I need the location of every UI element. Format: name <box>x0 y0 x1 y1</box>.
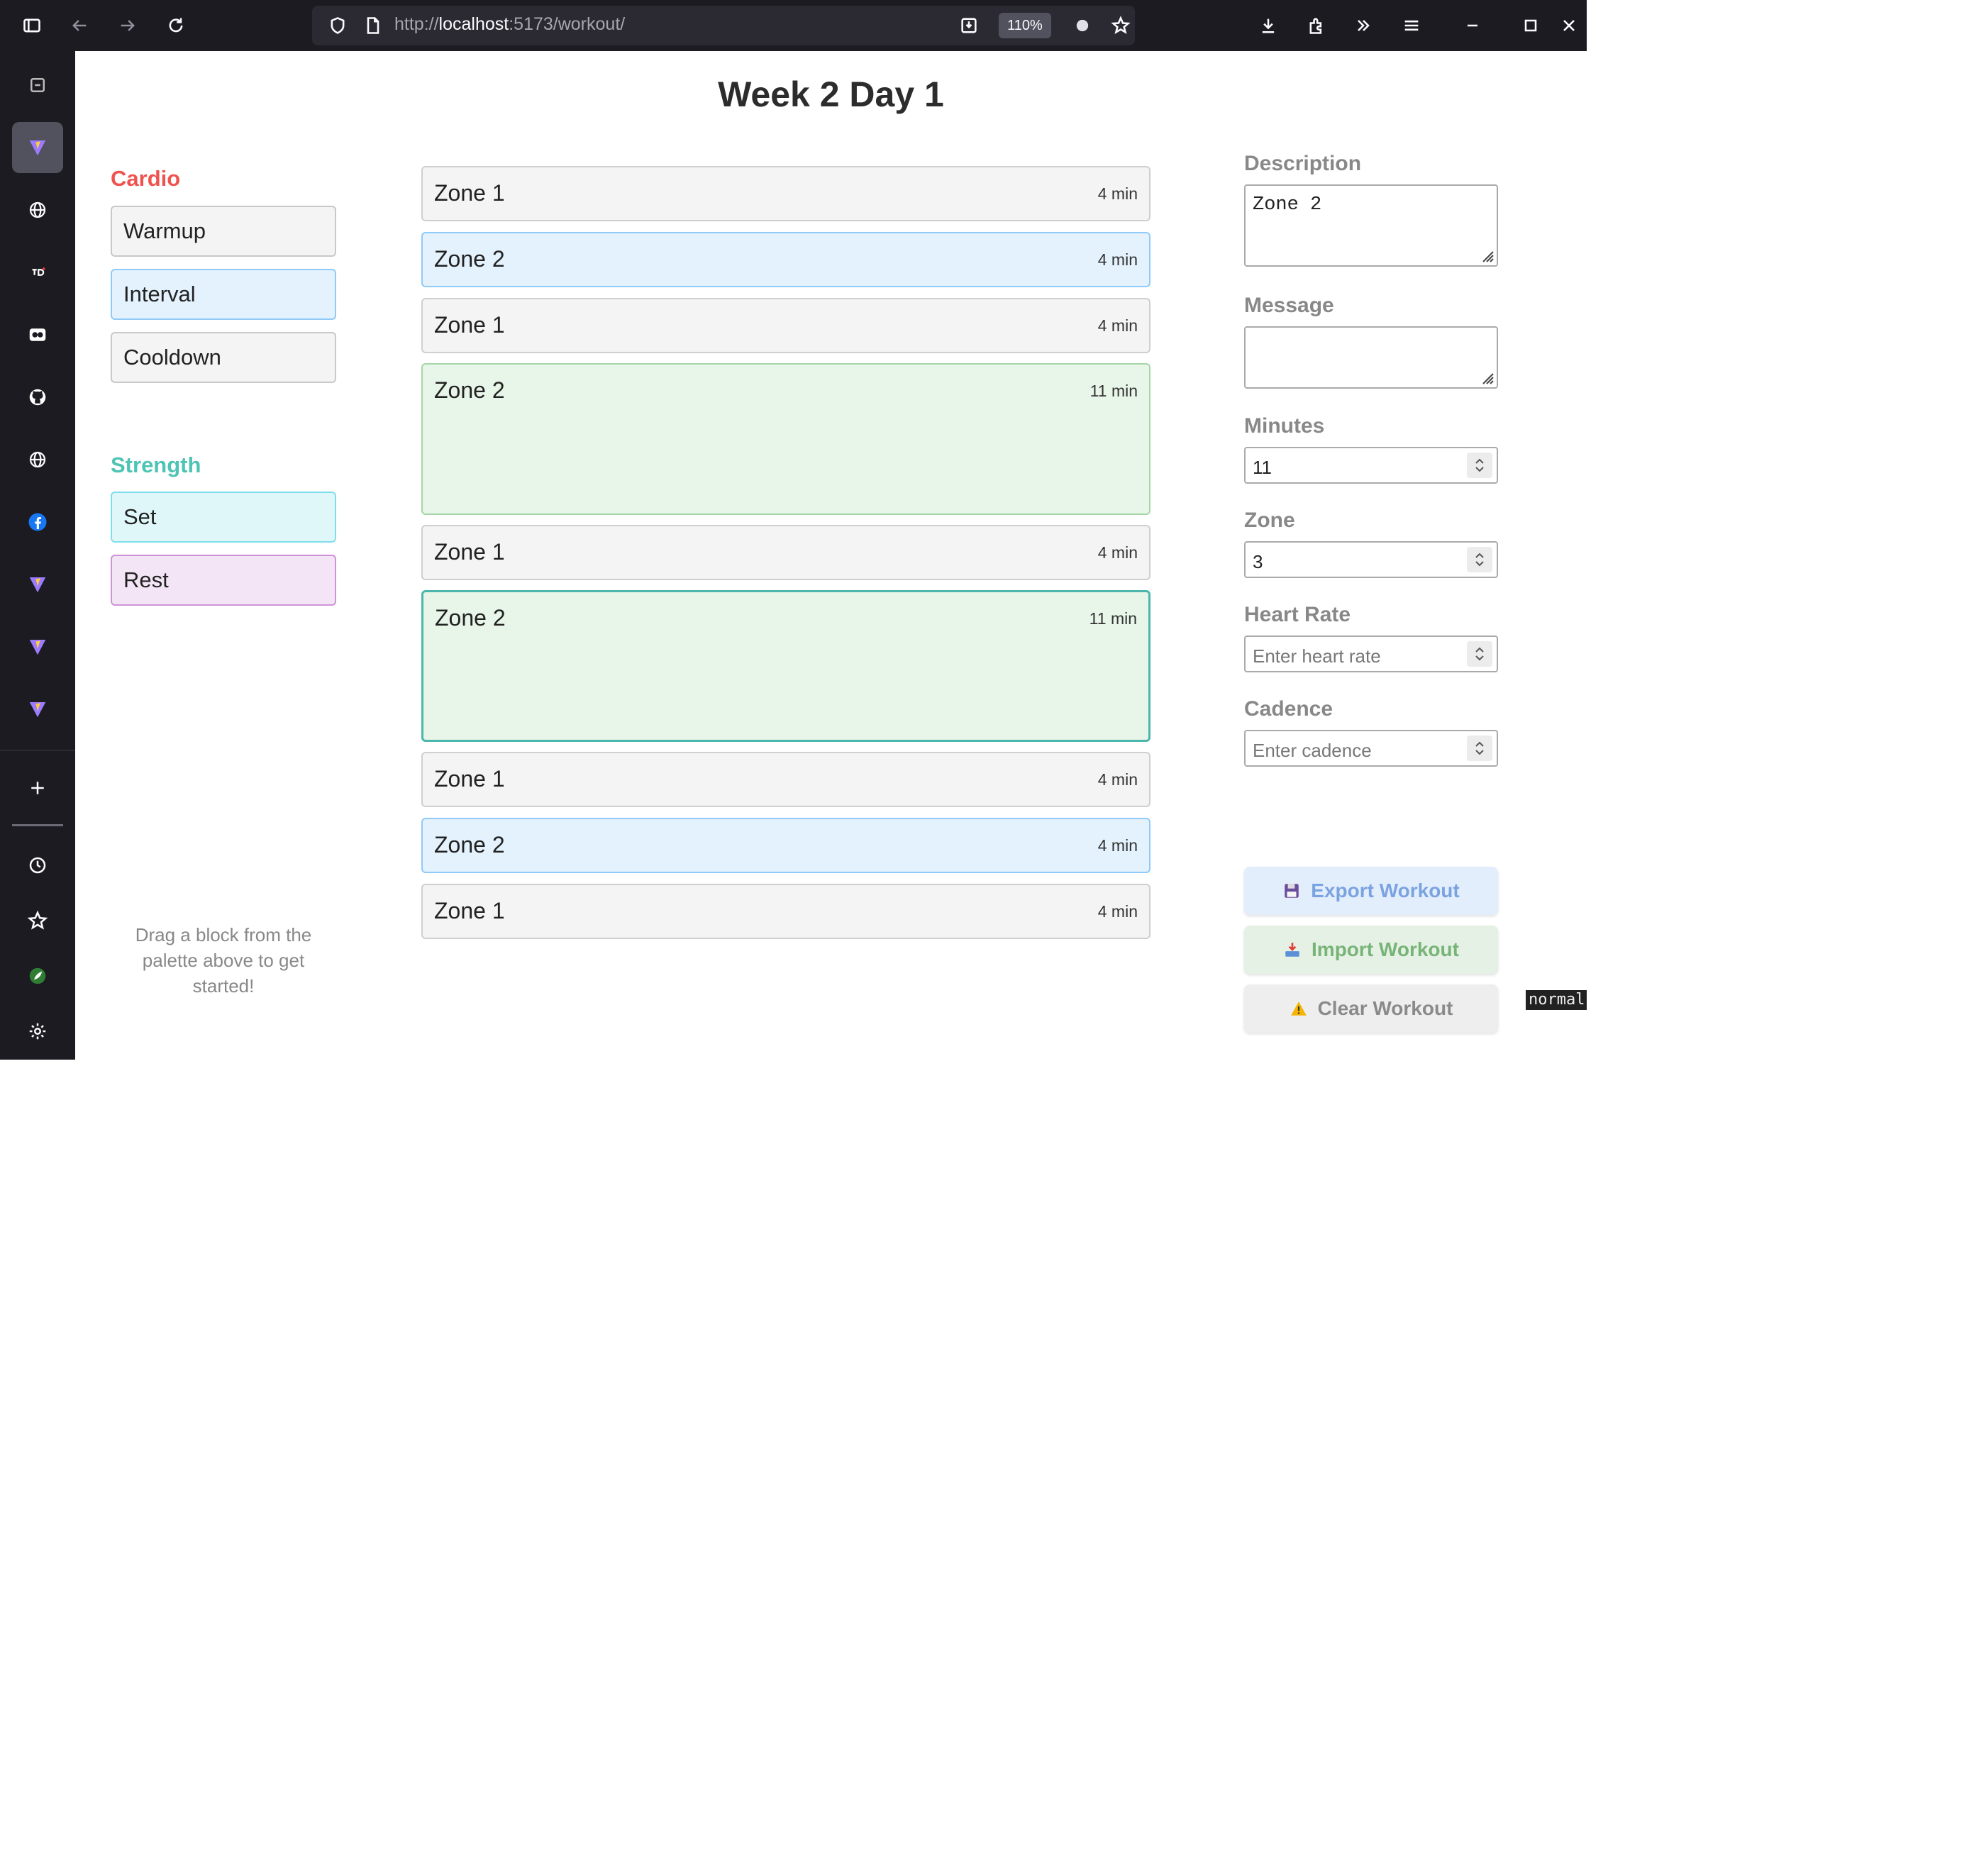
minutes-input[interactable]: 11 <box>1244 447 1498 484</box>
heart-rate-label: Heart Rate <box>1244 603 1351 626</box>
address-bar[interactable]: http://localhost:5173/workout/ 110% <box>312 6 1135 45</box>
spinner-arrows-icon[interactable] <box>1467 641 1492 667</box>
back-arrow-icon[interactable] <box>62 9 96 43</box>
minutes-spinner[interactable] <box>1467 453 1492 478</box>
description-label: Description <box>1244 152 1362 175</box>
editor-panel: Description Zone 2 Message Minutes 11 Zo… <box>0 51 1587 1060</box>
heart-rate-placeholder: Enter heart rate <box>1253 645 1381 667</box>
save-page-icon[interactable] <box>952 9 986 43</box>
close-icon[interactable] <box>1552 9 1586 43</box>
shield-icon[interactable] <box>321 9 355 43</box>
browser-toolbar: http://localhost:5173/workout/ 110% <box>0 0 1587 51</box>
resize-grip-icon[interactable] <box>1479 370 1495 385</box>
import-workout-label: Import Workout <box>1312 938 1459 960</box>
spinner-arrows-icon[interactable] <box>1467 736 1492 761</box>
cadence-label: Cadence <box>1244 697 1333 721</box>
zoom-level-badge[interactable]: 110% <box>999 13 1051 38</box>
cadence-spinner[interactable] <box>1467 736 1492 761</box>
mode-indicator: normal <box>1526 990 1587 1010</box>
floppy-disk-icon <box>1285 884 1299 898</box>
workout-page: Week 2 Day 1 Cardio Warmup Interval Cool… <box>75 51 1587 1060</box>
circle-icon[interactable] <box>1065 9 1099 43</box>
sidebar-toggle-icon[interactable] <box>15 9 49 43</box>
minutes-label: Minutes <box>1244 414 1325 438</box>
minimize-icon[interactable] <box>1455 9 1490 43</box>
description-value: Zone 2 <box>1253 194 1322 216</box>
zone-label: Zone <box>1244 509 1295 532</box>
extensions-icon[interactable] <box>1299 9 1333 43</box>
overflow-chevrons-icon[interactable] <box>1346 9 1380 43</box>
message-label: Message <box>1244 294 1334 317</box>
heart-rate-input[interactable]: Enter heart rate <box>1244 635 1498 672</box>
spinner-arrows-icon[interactable] <box>1467 547 1492 572</box>
zone-spinner[interactable] <box>1467 547 1492 572</box>
spinner-arrows-icon[interactable] <box>1467 453 1492 478</box>
bookmark-star-icon[interactable] <box>1104 9 1138 43</box>
maximize-icon[interactable] <box>1514 9 1548 43</box>
zone-value: 3 <box>1253 551 1263 572</box>
description-textarea[interactable]: Zone 2 <box>1244 184 1498 267</box>
zone-input[interactable]: 3 <box>1244 541 1498 578</box>
forward-arrow-icon[interactable] <box>111 9 145 43</box>
cadence-placeholder: Enter cadence <box>1253 740 1372 761</box>
downloads-icon[interactable] <box>1251 9 1285 43</box>
message-textarea[interactable] <box>1244 326 1498 389</box>
inbox-tray-icon <box>1285 943 1299 957</box>
resize-grip-icon[interactable] <box>1479 248 1495 263</box>
reload-icon[interactable] <box>159 9 193 43</box>
clear-workout-label: Clear Workout <box>1317 997 1453 1019</box>
page-icon <box>356 9 390 43</box>
url-text[interactable]: http://localhost:5173/workout/ <box>394 14 625 35</box>
export-workout-button[interactable]: Export Workout <box>1244 867 1498 915</box>
clear-workout-button[interactable]: Clear Workout <box>1244 984 1498 1033</box>
heart-rate-spinner[interactable] <box>1467 641 1492 667</box>
warning-icon <box>1290 1001 1307 1016</box>
menu-icon[interactable] <box>1394 9 1429 43</box>
export-workout-label: Export Workout <box>1311 879 1460 901</box>
import-workout-button[interactable]: Import Workout <box>1244 926 1498 974</box>
cadence-input[interactable]: Enter cadence <box>1244 730 1498 767</box>
minutes-value: 11 <box>1253 457 1272 478</box>
